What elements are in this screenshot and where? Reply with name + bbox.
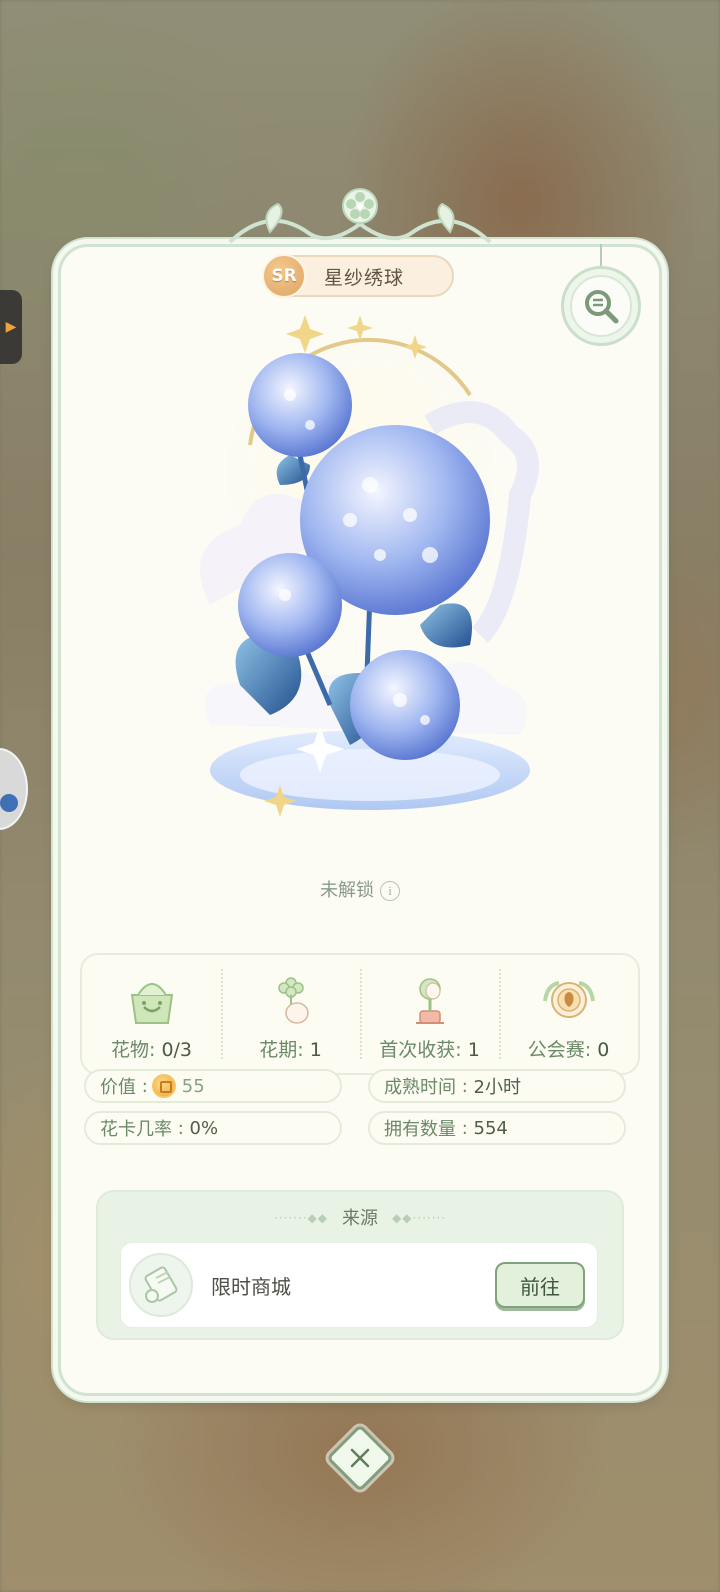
stat-value: 1: [467, 1039, 480, 1061]
stat-guild-match: 公会赛: 0: [499, 955, 638, 1073]
info-icon[interactable]: i: [380, 881, 400, 901]
chevron-right-icon: ▶: [5, 319, 17, 335]
source-title: 来源: [342, 1208, 378, 1229]
rarity-badge: SR: [262, 254, 306, 298]
source-item: 限时商城 前往: [120, 1242, 598, 1328]
unlock-status: 未解锁 i: [0, 876, 720, 902]
owned-count-value: 554: [473, 1117, 508, 1139]
scroll-icon: [129, 1253, 193, 1317]
source-name: 限时商城: [211, 1274, 291, 1299]
flower-name: 星纱绣球: [324, 266, 405, 289]
value-pill: 价值 :55: [84, 1069, 342, 1103]
unlock-status-text: 未解锁: [320, 880, 374, 901]
card-rate-value: 0%: [189, 1117, 219, 1139]
coin-icon: [151, 1074, 176, 1098]
first-harvest-icon: [415, 978, 444, 1024]
owned-count-label: 拥有数量: [384, 1119, 456, 1140]
card-rate-pill: 花卡几率 : 0%: [84, 1111, 342, 1145]
stat-value: 0/3: [161, 1039, 193, 1061]
avatar: [0, 794, 18, 812]
owned-count-pill: 拥有数量 : 554: [368, 1111, 626, 1145]
flower-name-plate: SR 星纱绣球: [262, 254, 454, 298]
zoom-button[interactable]: [561, 266, 641, 346]
bloom-period-icon: [277, 977, 309, 1024]
stat-bloom-period: 花期: 1: [221, 955, 360, 1073]
source-panel: ·······◆◆ 来源 ◆◆······· 限时商城 前往: [96, 1190, 624, 1340]
value-amount: 55: [181, 1075, 205, 1097]
magnifier-icon: [585, 290, 619, 324]
stat-value: 1: [309, 1039, 322, 1061]
hydrangea-illustration: [200, 315, 539, 817]
side-menu-toggle[interactable]: ▶: [0, 290, 22, 364]
close-icon: [336, 1434, 384, 1482]
mature-time-label: 成熟时间: [384, 1077, 456, 1098]
title-ornament-left: ·······◆◆: [273, 1211, 328, 1225]
stat-first-harvest: 首次收获: 1: [360, 955, 499, 1073]
value-label: 价值: [100, 1077, 136, 1098]
stat-label: 花期: [259, 1039, 298, 1061]
stat-label: 首次收获: [379, 1039, 456, 1061]
stat-flower-items: 花物: 0/3: [82, 955, 221, 1073]
stat-value: 0: [597, 1039, 610, 1061]
flower-pot-icon: [130, 983, 173, 1024]
card-crest-ornament: [228, 188, 492, 244]
stat-label: 公会赛: [527, 1039, 585, 1061]
stats-panel: 花物: 0/3 花期: 1 首次收获: 1 公会赛: 0: [80, 953, 640, 1075]
mature-time-value: 2小时: [473, 1077, 521, 1098]
title-ornament-right: ◆◆·······: [392, 1211, 447, 1225]
card-rate-label: 花卡几率: [100, 1119, 172, 1140]
mature-time-pill: 成熟时间 : 2小时: [368, 1069, 626, 1103]
stat-label: 花物: [110, 1039, 149, 1061]
guild-match-icon: [542, 981, 595, 1018]
goto-button[interactable]: 前往: [495, 1262, 585, 1308]
